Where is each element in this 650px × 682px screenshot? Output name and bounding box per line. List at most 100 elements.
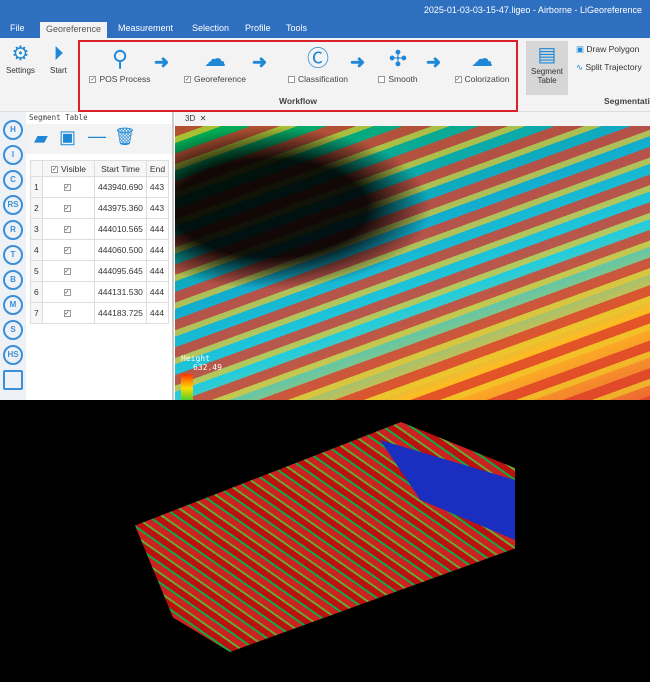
checkbox[interactable] [378,76,386,84]
cloud-h-icon[interactable]: H [3,120,23,140]
cloud-r-icon[interactable]: R [3,220,23,240]
cloud-points-icon: ☁ [204,46,226,71]
visible-checkbox[interactable]: ✓ [63,289,71,297]
visible-cell[interactable]: ✓ [42,218,95,240]
step-classification[interactable]: Ⓒ Classification [278,44,358,84]
start-time-cell: 444131.530 [94,281,147,303]
checkbox[interactable] [287,76,295,84]
start-time-cell: 444010.565 [94,218,147,240]
split-trajectory-button[interactable]: ∿ Split Trajectory [576,62,642,73]
table-row[interactable]: 5 ✓ 444095.645 444 [30,260,170,282]
row-number: 3 [30,218,43,240]
step-pos-process[interactable]: ⚲ ✓ POS Process [80,44,160,84]
corner-cell [30,160,43,177]
visible-cell[interactable]: ✓ [42,176,95,198]
step-label: Georeference [194,74,246,84]
visible-checkbox[interactable]: ✓ [63,268,71,276]
classified-point-cloud-image [0,400,650,682]
row-number: 7 [30,302,43,324]
cloud-c-icon[interactable]: C [3,170,23,190]
segmentation-group-label: Segmentation [604,96,650,106]
legend-title: Height [181,354,210,363]
tab-file[interactable]: File [10,23,25,33]
location-pin-icon: ⚲ [111,46,129,71]
table-row[interactable]: 2 ✓ 443975.360 443 [30,197,170,219]
gear-icon: ⚙ [11,43,30,65]
tab-3d[interactable]: 3D ✕ [175,112,650,126]
height-legend: Height 632.49 [181,354,222,402]
cloud-m-icon[interactable]: M [3,295,23,315]
terrain-render [135,422,515,652]
segment-table-button[interactable]: ▤ Segment Table [526,41,568,95]
row-number: 5 [30,260,43,282]
color-bar [181,374,193,402]
tab-tools[interactable]: Tools [286,23,307,33]
cloud-hs-icon[interactable]: HS [3,345,23,365]
end-time-cell: 444 [145,281,170,303]
checkbox[interactable]: ✓ [184,76,191,84]
col-visible[interactable]: ✓ Visible [42,160,95,177]
col-end[interactable]: End [145,160,170,177]
visible-checkbox[interactable]: ✓ [63,247,71,255]
settings-button[interactable]: ⚙ Settings [6,42,35,75]
tab-selection[interactable]: Selection [192,23,229,33]
step-georeference[interactable]: ☁ ✓ Georeference [175,44,255,84]
cloud-rs-icon[interactable]: RS [3,195,23,215]
save-icon[interactable]: ▣ [59,127,76,148]
checkbox[interactable]: ✓ [454,76,462,84]
step-colorization[interactable]: ☁ ✓ Colorization [442,44,522,84]
visible-checkbox[interactable]: ✓ [63,205,71,213]
visible-cell[interactable]: ✓ [42,239,95,261]
tab-measurement[interactable]: Measurement [118,23,173,33]
start-label: Start [50,66,67,75]
col-start-time[interactable]: Start Time [94,160,147,177]
end-time-cell: 444 [145,302,170,324]
table-row[interactable]: 1 ✓ 443940.690 443 [30,176,170,198]
window-title: 2025-01-03-03-15-47.ligeo - Airborne - L… [423,5,642,15]
visible-checkbox[interactable]: ✓ [63,310,71,318]
3d-view[interactable]: 3D ✕ Height 632.49 [175,112,650,402]
tool-strip: H I C RS R T B M S HS [0,112,26,400]
workflow-group: ⚲ ✓ POS Process ➜ ☁ ✓ Georeference ➜ Ⓒ Classi… [78,40,518,112]
tab-georeference[interactable]: Georeference [40,22,108,38]
close-icon[interactable]: ✕ [200,114,207,123]
point-cloud-render[interactable]: Height 632.49 [175,126,650,402]
cloud-t-icon[interactable]: T [3,245,23,265]
polygon-icon: ▣ [576,44,587,54]
cloud-classify-icon: Ⓒ [306,46,329,71]
visible-cell[interactable]: ✓ [42,197,95,219]
start-time-cell: 444183.725 [94,302,147,324]
title-bar: 2025-01-03-03-15-47.ligeo - Airborne - L… [0,0,650,20]
table-row[interactable]: 4 ✓ 444060.500 444 [30,239,170,261]
step-label: POS Process [99,74,151,84]
cube-icon[interactable] [3,370,23,390]
cloud-b-icon[interactable]: B [3,270,23,290]
visible-cell[interactable]: ✓ [42,281,95,303]
visible-checkbox[interactable]: ✓ [63,184,71,192]
select-all-checkbox[interactable]: ✓ [51,165,59,173]
table-row[interactable]: 6 ✓ 444131.530 444 [30,281,170,303]
cloud-s-icon[interactable]: S [3,320,23,340]
minus-icon[interactable]: — [88,126,106,147]
table-row[interactable]: 7 ✓ 444183.725 444 [30,302,170,324]
step-label: Classification [297,74,349,84]
step-label: Colorization [464,74,510,84]
delete-icon[interactable]: 🗑 [114,127,136,147]
draw-polygon-button[interactable]: ▣ Draw Polygon [576,44,639,55]
legend-value: 632.49 [193,363,222,372]
tab-profile[interactable]: Profile [245,23,271,33]
checkbox[interactable]: ✓ [89,76,97,84]
visible-cell[interactable]: ✓ [42,302,95,324]
cloud-i-icon[interactable]: I [3,145,23,165]
start-button[interactable]: ⏵ Start [50,42,67,75]
arrow-right-icon: ➜ [426,52,442,72]
open-folder-icon[interactable]: ▰ [34,128,48,149]
end-time-cell: 443 [145,197,170,219]
arrow-right-icon: ➜ [154,52,170,72]
start-time-cell: 444095.645 [94,260,147,282]
visible-cell[interactable]: ✓ [42,260,95,282]
start-time-cell: 443940.690 [94,176,147,198]
visible-checkbox[interactable]: ✓ [63,226,71,234]
table-row[interactable]: 3 ✓ 444010.565 444 [30,218,170,240]
end-time-cell: 444 [145,239,170,261]
